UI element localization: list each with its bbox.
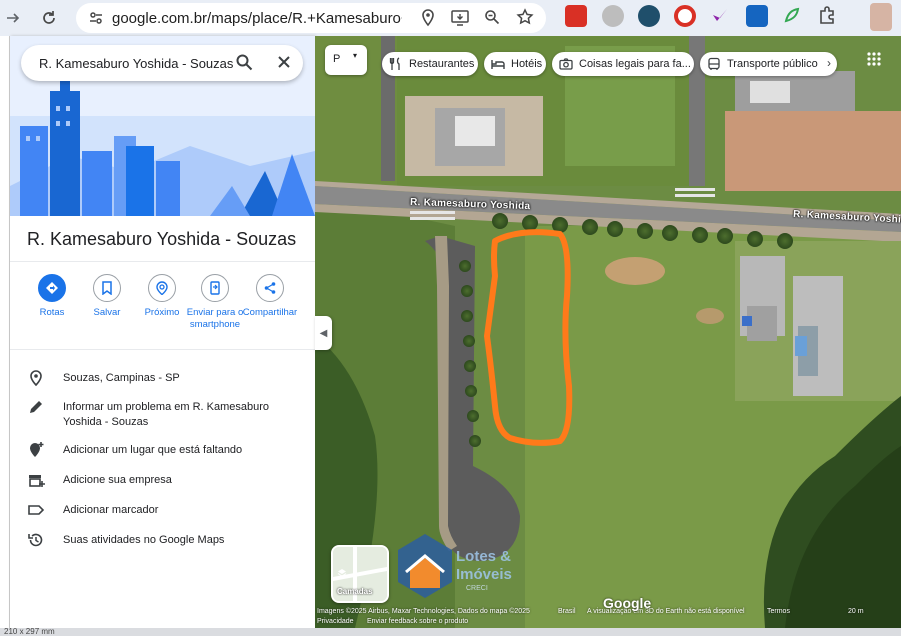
terms-link[interactable]: Termos (767, 608, 790, 615)
reload-icon[interactable] (38, 7, 60, 29)
add-missing-place-text: Adicionar um lugar que está faltando (63, 444, 243, 456)
browser-toolbar: google.com.br/maps/place/R.+Kamesaburo+.… (0, 0, 901, 36)
bookmark-star-icon[interactable] (516, 8, 534, 31)
search-icon[interactable] (235, 53, 253, 76)
location-icon[interactable] (421, 9, 435, 32)
bottom-status-strip: 210 x 297 mm (0, 627, 901, 636)
place-title: R. Kamesaburo Yoshida - Souzas (27, 229, 297, 249)
watermark-line2: Imóveis (456, 566, 512, 583)
cloud-ext-icon[interactable] (602, 5, 624, 27)
camera-icon (559, 57, 573, 71)
lightning-ext-icon[interactable] (638, 5, 660, 27)
imagery-credit[interactable]: Imagens ©2025 Airbus, Maxar Technologies… (317, 608, 530, 615)
chip-public-transport[interactable]: Transporte público › (700, 52, 837, 76)
share-button[interactable]: Compartilhar (237, 274, 303, 319)
document-ruler (0, 36, 10, 628)
bookmark-icon (93, 274, 121, 302)
layers-icon (337, 565, 347, 583)
collapse-panel-button[interactable]: ◀ (315, 316, 332, 350)
chip-things-to-do[interactable]: Coisas legais para fa... (552, 52, 694, 76)
chevron-left-icon: ◀ (319, 327, 328, 339)
add-label-text: Adicionar marcador (63, 504, 159, 516)
divider (10, 261, 315, 262)
privacy-link[interactable]: Privacidade (317, 618, 354, 625)
puzzle-icon[interactable] (817, 5, 839, 27)
install-app-icon[interactable] (451, 10, 469, 31)
country-link[interactable]: Brasil (558, 608, 576, 615)
action-label: Compartilhar (242, 307, 298, 318)
chip-hotels[interactable]: Hotéis (484, 52, 546, 76)
pencil-icon (27, 398, 47, 418)
layers-button[interactable]: Camadas (331, 545, 389, 603)
profile-avatar[interactable] (870, 3, 892, 31)
add-business-text: Adicione sua empresa (63, 474, 172, 486)
label-icon (27, 501, 47, 521)
share-icon (256, 274, 284, 302)
feedback-link[interactable]: Enviar feedback sobre o produto (367, 618, 468, 625)
chevron-right-icon[interactable]: › (827, 56, 831, 70)
layer-select-label: P (333, 53, 341, 65)
watermark-line1: Lotes & (456, 548, 512, 565)
report-problem-text: Informar um problema em R. Kamesaburo Yo… (63, 401, 270, 428)
directions-icon (38, 274, 66, 302)
forward-arrow-icon[interactable] (2, 7, 24, 29)
apps-grid-icon[interactable] (866, 51, 882, 72)
feather-ext-icon[interactable] (710, 5, 732, 27)
divider (10, 349, 315, 350)
watermark-line3: CRECI (466, 585, 488, 592)
leaf-ext-icon[interactable] (782, 5, 804, 27)
chip-label: Hotéis (511, 58, 543, 70)
add-place-icon (27, 441, 47, 461)
send-to-phone-icon (201, 274, 229, 302)
zoom-icon[interactable] (484, 9, 500, 30)
page-size-label: 210 x 297 mm (4, 627, 55, 636)
chip-label: Coisas legais para fa... (579, 58, 691, 70)
address-bar[interactable]: google.com.br/maps/place/R.+Kamesaburo+.… (76, 3, 546, 33)
house-logo-icon (398, 534, 452, 598)
history-icon (27, 531, 47, 551)
target-ext-icon[interactable] (674, 5, 696, 27)
chevron-down-icon: ▾ (353, 51, 358, 60)
close-icon[interactable] (275, 53, 293, 76)
layers-label: Camadas (337, 587, 373, 596)
url-text: google.com.br/maps/place/R.+Kamesaburo+.… (112, 9, 402, 27)
location-pin-icon (27, 369, 47, 389)
activity-text: Suas atividades no Google Maps (63, 534, 225, 546)
fork-knife-icon (389, 57, 403, 71)
bus-icon (707, 57, 721, 71)
place-panel: R. Kamesaburo Yoshida - Souzas R. Kamesa… (10, 36, 315, 628)
bed-icon (491, 57, 505, 71)
google-logo: Google (603, 595, 652, 611)
scale-label[interactable]: 20 m (848, 608, 864, 615)
chip-label: Restaurantes (409, 58, 475, 70)
chip-label: Transporte público (727, 58, 818, 70)
add-business-icon (27, 471, 47, 491)
newsfeed-ext-icon[interactable] (746, 5, 768, 27)
nearby-icon (148, 274, 176, 302)
search-box[interactable]: R. Kamesaburo Yoshida - Souzas (21, 45, 303, 81)
chip-restaurants[interactable]: Restaurantes (382, 52, 478, 76)
site-info-icon[interactable] (88, 10, 104, 31)
search-input[interactable]: R. Kamesaburo Yoshida - Souzas (39, 56, 233, 71)
layer-select-button[interactable]: P ▾ (325, 45, 367, 75)
youtube-ext-icon[interactable] (565, 5, 587, 27)
address-text: Souzas, Campinas - SP (63, 372, 180, 384)
realtor-watermark: Lotes & Imóveis CRECI (390, 530, 530, 600)
